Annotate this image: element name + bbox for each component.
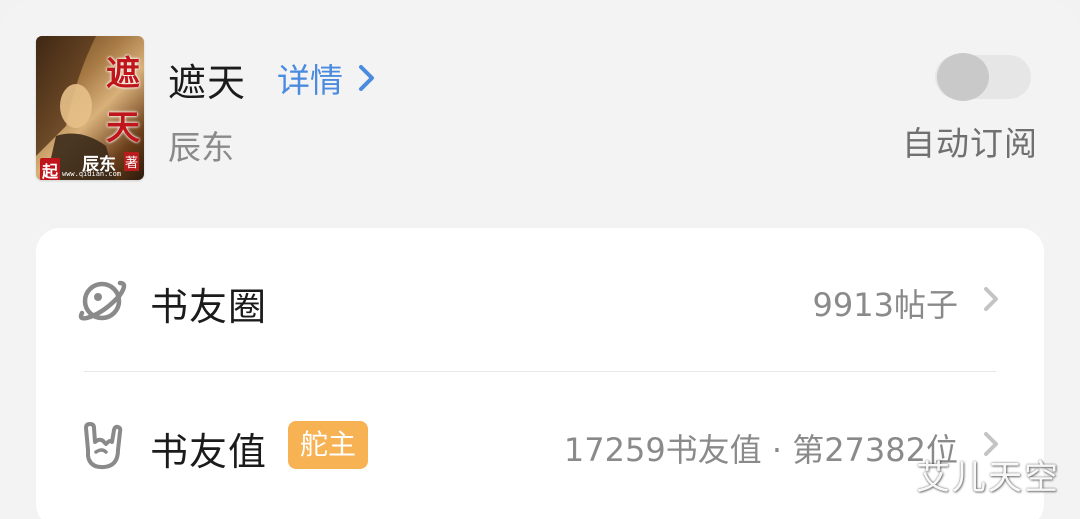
watermark: 艾儿天空 [916,458,1060,498]
book-author: 辰东 [168,128,234,167]
post-count: 9913帖子 [812,286,958,324]
auto-subscribe-label: 自动订阅 [902,124,1038,163]
book-title: 遮天 [168,61,247,105]
details-label: 详情 [277,61,343,100]
cover-publisher-mark: 起 [40,158,61,180]
rock-hand-icon [84,422,123,470]
cover-site-text: www.qidian.com [62,170,122,178]
book-sheet: 遮 天 辰东 著 起 www.qidian.com 遮天 详情 辰东 自动订阅 [0,0,1080,519]
details-link[interactable]: 详情 [277,54,377,102]
chevron-right-icon [359,65,374,91]
cover-title-char-2: 天 [106,108,140,148]
fan-value-text: 17259书友值 · 第27382位 [563,431,958,469]
community-card: 书友圈 9913帖子 书友值 舵主 17259书友值 · 第27382位 [36,228,1044,519]
list-item-fan-value[interactable]: 书友值 舵主 17259书友值 · 第27382位 [36,373,1044,517]
chevron-right-icon [984,287,998,311]
planet-icon [78,280,127,321]
list-item-book-circle[interactable]: 书友圈 9913帖子 [36,228,1044,372]
book-cover[interactable]: 遮 天 辰东 著 起 www.qidian.com [36,36,144,180]
toggle-knob [937,53,989,101]
row-label: 书友圈 [150,285,268,329]
cover-suffix-mark: 著 [124,152,140,171]
cover-title-char-1: 遮 [106,54,140,94]
row-label: 书友值 [150,430,268,474]
auto-subscribe-toggle[interactable] [935,53,1031,101]
divider [84,371,996,372]
rank-badge: 舵主 [288,421,369,469]
book-header: 遮 天 辰东 著 起 www.qidian.com 遮天 详情 辰东 自动订阅 [0,0,1080,210]
